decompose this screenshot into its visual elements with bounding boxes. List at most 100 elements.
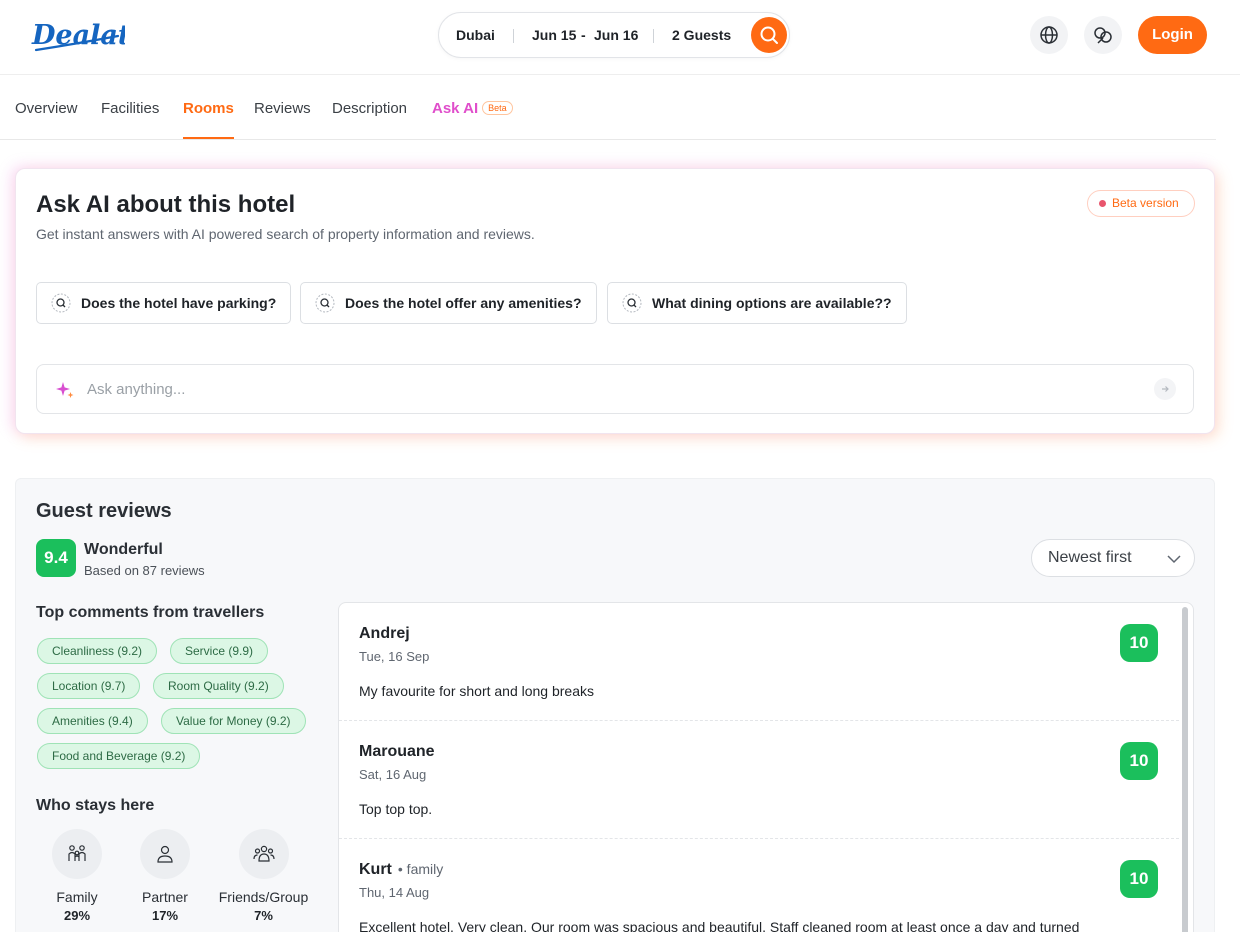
search-icon: [622, 293, 642, 313]
review-list-scrollbar[interactable]: [1182, 607, 1188, 932]
stay-type-label: Friends/Group: [218, 889, 309, 905]
search-summary-bar[interactable]: Dubai Jun 15 - Jun 16 2 Guests: [438, 12, 790, 58]
comment-tag[interactable]: Cleanliness (9.2): [37, 638, 158, 664]
beta-dot: [1099, 200, 1106, 207]
person-icon: [140, 829, 190, 879]
tab-rooms[interactable]: Rooms: [183, 100, 234, 140]
beta-pill: Beta: [482, 101, 513, 115]
language-button[interactable]: [1030, 16, 1068, 54]
ask-ai-title: Ask AI about this hotel: [36, 191, 296, 218]
search-guests[interactable]: 2 Guests: [672, 13, 731, 57]
globe-icon: [1040, 26, 1058, 44]
reviewer-name-text: Marouane: [359, 743, 435, 760]
search-date-separator: -: [581, 27, 586, 43]
stay-type-label: Partner: [142, 889, 188, 905]
reviewer-name: Marouane: [359, 743, 435, 761]
tab-reviews[interactable]: Reviews: [254, 100, 311, 140]
search-icon: [315, 293, 335, 313]
login-button[interactable]: Login: [1138, 16, 1207, 54]
stay-type-friends-group: Friends/Group 7%: [211, 829, 316, 923]
review-list[interactable]: Andrej Tue, 16 Sep My favourite for shor…: [338, 602, 1194, 932]
section-tabs: Overview Facilities Rooms Reviews Descri…: [0, 76, 1216, 140]
review-text: Top top top.: [359, 801, 433, 817]
comment-tag[interactable]: Food and Beverage (9.2): [37, 743, 201, 769]
search-divider: [513, 29, 514, 43]
dealato-logo[interactable]: Dealato: [30, 14, 148, 56]
review-item: Kurt • family Thu, 14 Aug Excellent hotel…: [339, 839, 1179, 932]
review-item: Marouane Sat, 16 Aug Top top top. 10: [339, 721, 1179, 839]
suggestion-chip-parking[interactable]: Does the hotel have parking?: [36, 282, 291, 324]
tab-facilities[interactable]: Facilities: [101, 100, 159, 140]
ask-ai-input-wrapper: [36, 364, 1194, 414]
stay-type-percent: 7%: [254, 908, 273, 923]
arrow-right-icon: [1162, 386, 1169, 392]
coins-icon: [1094, 27, 1112, 44]
review-text: My favourite for short and long breaks: [359, 683, 595, 699]
search-button[interactable]: [751, 17, 787, 53]
review-score-badge: 10: [1120, 624, 1158, 662]
tab-label: Ask AI: [432, 100, 479, 117]
search-icon: [51, 293, 71, 313]
tab-label: Rooms: [183, 100, 234, 117]
tab-description[interactable]: Description: [332, 100, 407, 140]
ask-ai-card: Ask AI about this hotel Get instant answ…: [15, 168, 1215, 434]
trip-type: • family: [397, 861, 444, 877]
family-icon: [52, 829, 102, 879]
review-date: Thu, 14 Aug: [359, 885, 430, 900]
comment-tag[interactable]: Amenities (9.4): [37, 708, 148, 734]
reviewer-name: Andrej: [359, 625, 410, 643]
review-item: Andrej Tue, 16 Sep My favourite for shor…: [339, 603, 1179, 721]
search-icon: [760, 26, 778, 44]
guest-reviews-title: Guest reviews: [36, 500, 172, 522]
sort-selected-value: Newest first: [1048, 549, 1132, 566]
ask-ai-subtitle: Get instant answers with AI powered sear…: [36, 226, 535, 242]
overall-score-label: Wonderful: [84, 541, 163, 558]
search-divider: [653, 29, 654, 43]
active-tab-indicator: [183, 137, 234, 139]
comment-tag[interactable]: Value for Money (9.2): [161, 708, 306, 734]
currency-button[interactable]: [1084, 16, 1122, 54]
tab-overview[interactable]: Overview: [15, 100, 78, 140]
suggestion-label: Does the hotel have parking?: [81, 295, 277, 311]
reviewer-name-text: Andrej: [359, 625, 410, 642]
stay-type-percent: 29%: [63, 908, 91, 923]
comment-tag[interactable]: Room Quality (9.2): [153, 673, 284, 699]
tab-label: Description: [332, 100, 408, 117]
beta-version-badge: Beta version: [1087, 190, 1195, 217]
beta-version-label: Beta version: [1112, 196, 1179, 210]
logo-wordmark: Dealato: [31, 20, 125, 51]
comment-tag[interactable]: Location (9.7): [37, 673, 141, 699]
tab-ask-ai[interactable]: Ask AI Beta: [432, 100, 513, 140]
comment-tag[interactable]: Service (9.9): [170, 638, 269, 664]
review-date: Sat, 16 Aug: [359, 767, 427, 782]
top-comments-heading: Top comments from travellers: [36, 604, 265, 621]
suggestion-label: Does the hotel offer any amenities?: [345, 295, 582, 311]
search-check-in[interactable]: Jun 15: [532, 13, 576, 57]
review-score-badge: 10: [1120, 860, 1158, 898]
stay-type-partner: Partner 17%: [130, 829, 200, 923]
group-icon: [238, 829, 289, 879]
reviewer-name-text: Kurt: [359, 861, 392, 878]
who-stays-heading: Who stays here: [36, 797, 155, 814]
review-count: Based on 87 reviews: [84, 563, 205, 578]
tab-label: Facilities: [101, 100, 160, 117]
search-check-out[interactable]: Jun 16: [594, 13, 638, 57]
ask-ai-input[interactable]: [87, 365, 1147, 413]
top-header: Dealato Dubai Jun 15 - Jun 16 2 Guests: [0, 0, 1240, 75]
tab-label: Overview: [15, 100, 78, 117]
tab-label: Reviews: [254, 100, 311, 117]
stay-type-family: Family 29%: [42, 829, 112, 923]
suggestion-chip-dining[interactable]: What dining options are available??: [607, 282, 907, 324]
sort-reviews-select[interactable]: Newest first: [1031, 539, 1195, 577]
review-text: Excellent hotel. Very clean. Our room wa…: [359, 919, 1080, 932]
reviewer-name: Kurt • family: [359, 861, 443, 879]
send-question-button[interactable]: [1154, 378, 1176, 400]
sparkle-icon: [56, 382, 74, 398]
suggestion-label: What dining options are available??: [652, 295, 892, 311]
guest-reviews-section: Guest reviews 9.4 Wonderful Based on 87 …: [15, 478, 1215, 932]
overall-score-badge: 9.4: [36, 539, 76, 577]
suggestion-chip-amenities[interactable]: Does the hotel offer any amenities?: [300, 282, 597, 324]
search-destination[interactable]: Dubai: [456, 13, 495, 57]
stay-type-label: Family: [56, 889, 98, 905]
review-date: Tue, 16 Sep: [359, 649, 430, 664]
